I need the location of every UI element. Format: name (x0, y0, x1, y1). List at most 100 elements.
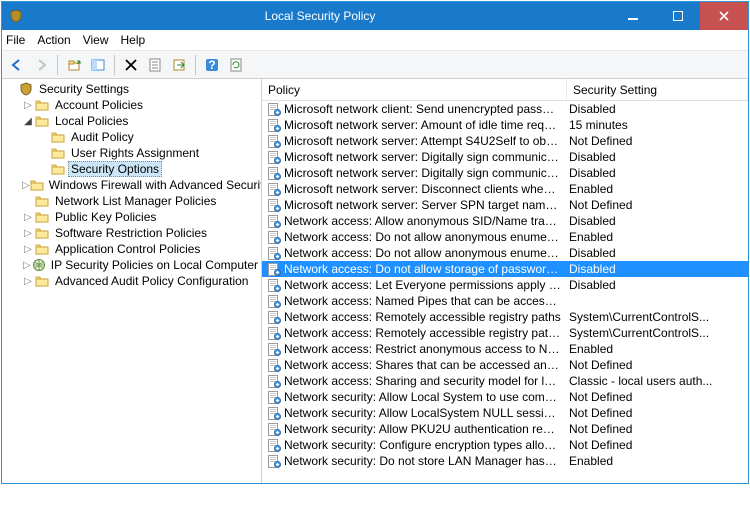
close-button[interactable] (700, 2, 748, 30)
app-icon (2, 9, 30, 23)
tree-item[interactable]: ▷IP Security Policies on Local Computer (2, 257, 261, 273)
policy-row[interactable]: Microsoft network server: Digitally sign… (262, 165, 748, 181)
policy-row[interactable]: Network access: Shares that can be acces… (262, 357, 748, 373)
menu-help[interactable]: Help (121, 33, 146, 47)
help-button[interactable]: ? (201, 54, 223, 76)
policy-value: Not Defined (565, 406, 748, 420)
up-button[interactable] (63, 54, 85, 76)
tree-item[interactable]: Security Settings (2, 81, 261, 97)
policy-row[interactable]: Network security: Allow PKU2U authentica… (262, 421, 748, 437)
policy-value: Disabled (565, 166, 748, 180)
show-hide-tree-button[interactable] (87, 54, 109, 76)
policy-value: Not Defined (565, 422, 748, 436)
toolbar-separator (57, 55, 58, 75)
column-header-policy[interactable]: Policy (262, 79, 567, 100)
policy-value: Disabled (565, 246, 748, 260)
folder-icon (34, 98, 50, 112)
tree-item[interactable]: Audit Policy (2, 129, 261, 145)
policy-icon (266, 198, 282, 212)
policy-icon (266, 294, 282, 308)
policy-row[interactable]: Microsoft network client: Send unencrypt… (262, 101, 748, 117)
policy-row[interactable]: Network security: Configure encryption t… (262, 437, 748, 453)
policy-row[interactable]: Microsoft network server: Disconnect cli… (262, 181, 748, 197)
minimize-button[interactable] (610, 2, 655, 30)
tree-item-label: Audit Policy (68, 129, 137, 145)
policy-row[interactable]: Network access: Do not allow storage of … (262, 261, 748, 277)
policy-row[interactable]: Network access: Restrict anonymous acces… (262, 341, 748, 357)
export-button[interactable] (168, 54, 190, 76)
properties-button[interactable] (144, 54, 166, 76)
tree-item[interactable]: Network List Manager Policies (2, 193, 261, 209)
expand-icon[interactable]: ▷ (22, 276, 34, 287)
tree-item[interactable]: ▷Advanced Audit Policy Configuration (2, 273, 261, 289)
policy-value: Enabled (565, 182, 748, 196)
menu-view[interactable]: View (83, 33, 109, 47)
policy-name: Microsoft network server: Digitally sign… (284, 150, 565, 164)
delete-button[interactable] (120, 54, 142, 76)
policy-value: Not Defined (565, 358, 748, 372)
policy-value: System\CurrentControlS... (565, 326, 748, 340)
policy-icon (266, 214, 282, 228)
window-frame: Local Security Policy File Action View H… (1, 1, 749, 484)
back-button[interactable] (6, 54, 28, 76)
policy-icon (266, 454, 282, 468)
tree-pane[interactable]: Security Settings▷Account Policies◢Local… (2, 79, 262, 483)
policy-icon (266, 310, 282, 324)
list-body[interactable]: Microsoft network client: Send unencrypt… (262, 101, 748, 483)
policy-name: Network access: Let Everyone permissions… (284, 278, 565, 292)
expand-icon[interactable]: ▷ (22, 260, 32, 271)
policy-row[interactable]: Network security: Allow Local System to … (262, 389, 748, 405)
expand-icon[interactable]: ▷ (22, 244, 34, 255)
tree-item[interactable]: ▷Application Control Policies (2, 241, 261, 257)
refresh-button[interactable] (225, 54, 247, 76)
policy-row[interactable]: Microsoft network server: Digitally sign… (262, 149, 748, 165)
tree-item[interactable]: ▷Software Restriction Policies (2, 225, 261, 241)
policy-row[interactable]: Network access: Allow anonymous SID/Name… (262, 213, 748, 229)
policy-row[interactable]: Network security: Do not store LAN Manag… (262, 453, 748, 469)
policy-row[interactable]: Microsoft network server: Attempt S4U2Se… (262, 133, 748, 149)
policy-icon (266, 342, 282, 356)
tree-item[interactable]: User Rights Assignment (2, 145, 261, 161)
policy-row[interactable]: Network access: Let Everyone permissions… (262, 277, 748, 293)
tree-item-label: Network List Manager Policies (52, 193, 219, 209)
folder-icon (34, 226, 50, 240)
policy-name: Network security: Allow LocalSystem NULL… (284, 406, 565, 420)
maximize-button[interactable] (655, 2, 700, 30)
collapse-icon[interactable]: ◢ (22, 116, 34, 127)
titlebar[interactable]: Local Security Policy (2, 2, 748, 30)
window-controls (610, 2, 748, 30)
tree-item[interactable]: ▷Account Policies (2, 97, 261, 113)
policy-row[interactable]: Microsoft network server: Server SPN tar… (262, 197, 748, 213)
policy-value: Not Defined (565, 438, 748, 452)
menu-action[interactable]: Action (37, 33, 70, 47)
tree-item-label: User Rights Assignment (68, 145, 202, 161)
policy-row[interactable]: Network access: Remotely accessible regi… (262, 309, 748, 325)
policy-row[interactable]: Network access: Named Pipes that can be … (262, 293, 748, 309)
tree-item[interactable]: ▷Public Key Policies (2, 209, 261, 225)
expand-icon[interactable]: ▷ (22, 212, 34, 223)
policy-name: Microsoft network client: Send unencrypt… (284, 102, 565, 116)
expand-icon[interactable]: ▷ (22, 100, 34, 111)
tree-item-label: Windows Firewall with Advanced Security (46, 177, 262, 193)
tree-item[interactable]: ▷ Windows Firewall with Advanced Security (2, 177, 261, 193)
expand-icon[interactable]: ▷ (22, 180, 30, 191)
policy-name: Network access: Remotely accessible regi… (284, 326, 565, 340)
svg-text:?: ? (208, 58, 215, 72)
policy-row[interactable]: Network access: Sharing and security mod… (262, 373, 748, 389)
menubar: File Action View Help (2, 30, 748, 51)
policy-name: Network security: Allow PKU2U authentica… (284, 422, 565, 436)
forward-button[interactable] (30, 54, 52, 76)
policy-value: Not Defined (565, 390, 748, 404)
expand-icon[interactable]: ▷ (22, 228, 34, 239)
policy-row[interactable]: Network access: Do not allow anonymous e… (262, 229, 748, 245)
menu-file[interactable]: File (6, 33, 25, 47)
policy-row[interactable]: Microsoft network server: Amount of idle… (262, 117, 748, 133)
policy-row[interactable]: Network access: Remotely accessible regi… (262, 325, 748, 341)
column-header-setting[interactable]: Security Setting (567, 79, 748, 100)
folder-icon (50, 146, 66, 160)
policy-name: Network access: Do not allow anonymous e… (284, 246, 565, 260)
policy-row[interactable]: Network security: Allow LocalSystem NULL… (262, 405, 748, 421)
tree-item[interactable]: Security Options (2, 161, 261, 177)
tree-item[interactable]: ◢Local Policies (2, 113, 261, 129)
policy-row[interactable]: Network access: Do not allow anonymous e… (262, 245, 748, 261)
